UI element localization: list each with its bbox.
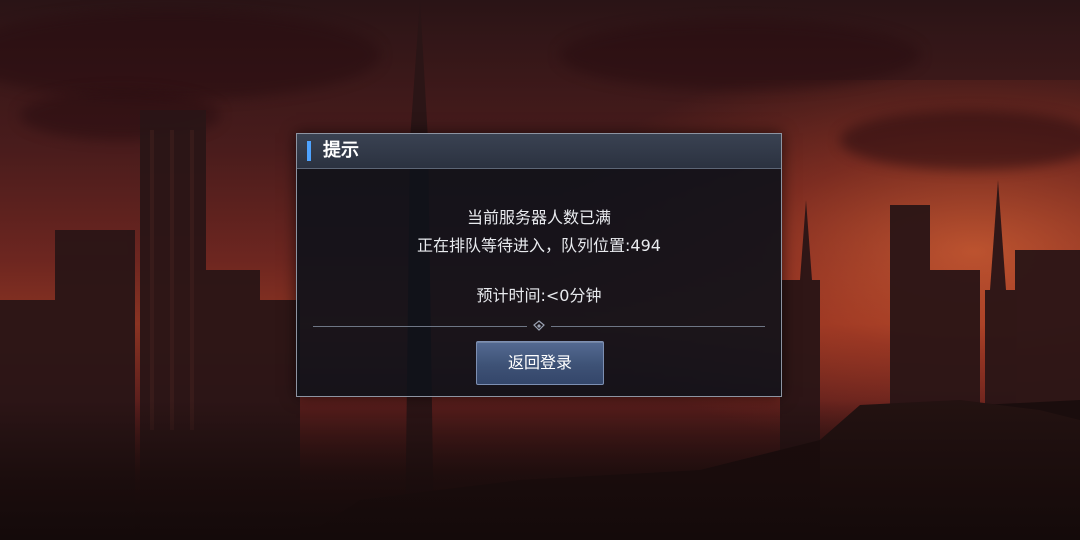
return-to-login-button[interactable]: 返回登录 [476,341,604,385]
estimated-time-message: 预计时间:<0分钟 [476,286,602,305]
dialog-title: 提示 [323,140,359,161]
server-full-message: 当前服务器人数已满 [466,208,611,227]
queue-dialog: 提示 当前服务器人数已满 正在排队等待进入，队列位置:494 预计时间:<0分钟… [296,133,782,397]
divider-left [313,326,527,327]
divider-right [551,326,765,327]
queue-position-message: 正在排队等待进入，队列位置:494 [417,236,661,255]
foreground-ground [0,400,1080,540]
diamond-icon [533,320,545,331]
header-accent-bar [307,141,311,161]
dialog-header: 提示 [297,134,781,169]
game-scene: 提示 当前服务器人数已满 正在排队等待进入，队列位置:494 预计时间:<0分钟… [0,0,1080,540]
